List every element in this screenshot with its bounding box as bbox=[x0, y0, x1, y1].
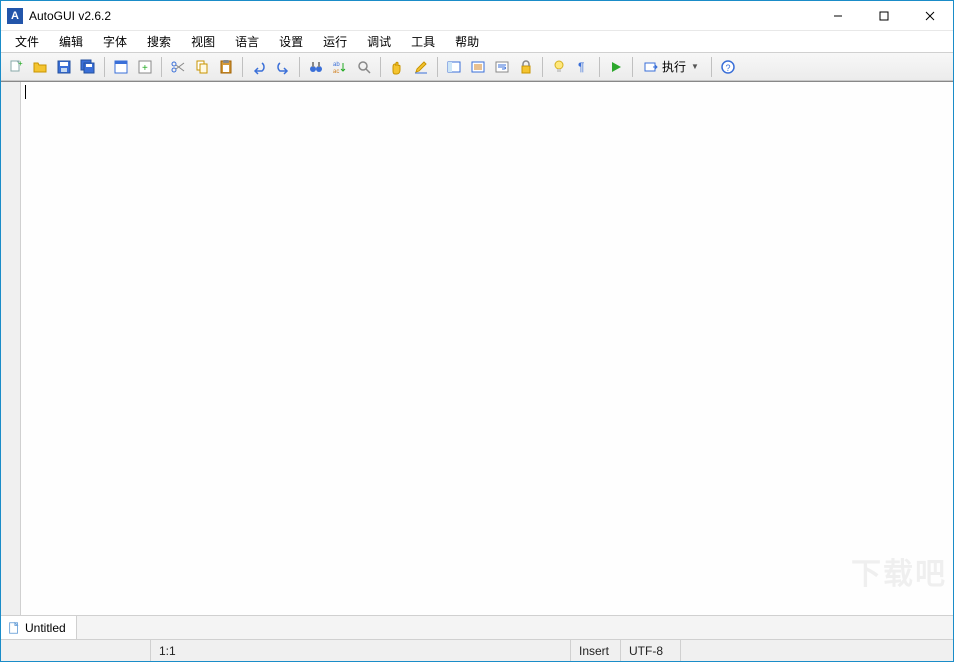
menu-run[interactable]: 运行 bbox=[313, 31, 357, 52]
title-bar: A AutoGUI v2.6.2 bbox=[1, 1, 953, 31]
add-panel-icon: + bbox=[137, 59, 153, 75]
zoom-button[interactable] bbox=[353, 56, 375, 78]
copy-button[interactable] bbox=[191, 56, 213, 78]
lightbulb-icon bbox=[551, 59, 567, 75]
save-button[interactable] bbox=[53, 56, 75, 78]
lock-icon bbox=[518, 59, 534, 75]
text-editor[interactable] bbox=[21, 82, 953, 615]
svg-text:¶: ¶ bbox=[578, 60, 584, 74]
text-cursor bbox=[25, 85, 26, 99]
file-tab-label: Untitled bbox=[25, 621, 66, 635]
hand-point-icon bbox=[389, 59, 405, 75]
panel-wrap-icon bbox=[494, 59, 510, 75]
toggle-panel3-button[interactable] bbox=[491, 56, 513, 78]
binoculars-icon bbox=[308, 59, 324, 75]
add-panel-button[interactable]: + bbox=[134, 56, 156, 78]
file-tab-untitled[interactable]: Untitled bbox=[1, 616, 77, 639]
status-encoding: UTF-8 bbox=[621, 640, 681, 661]
minimize-button[interactable] bbox=[815, 1, 861, 30]
bookmark-button[interactable] bbox=[386, 56, 408, 78]
window-controls bbox=[815, 1, 953, 30]
execute-button[interactable]: 执行 ▼ bbox=[638, 56, 706, 78]
save-all-icon bbox=[80, 59, 96, 75]
save-icon bbox=[56, 59, 72, 75]
panel-list-icon bbox=[470, 59, 486, 75]
svg-text:ab: ab bbox=[333, 62, 340, 68]
status-position: 1:1 bbox=[151, 640, 571, 661]
toggle-panel1-button[interactable] bbox=[443, 56, 465, 78]
save-all-button[interactable] bbox=[77, 56, 99, 78]
panel-icon bbox=[446, 59, 462, 75]
pencil-icon bbox=[413, 59, 429, 75]
hint-button[interactable] bbox=[548, 56, 570, 78]
svg-text:ac: ac bbox=[333, 69, 339, 75]
replace-button[interactable]: abac bbox=[329, 56, 351, 78]
svg-text:+: + bbox=[18, 59, 23, 68]
svg-text:+: + bbox=[142, 63, 148, 74]
menu-search[interactable]: 搜索 bbox=[137, 31, 181, 52]
play-icon bbox=[608, 59, 624, 75]
line-number-gutter bbox=[1, 82, 21, 615]
pilcrow-icon: ¶ bbox=[575, 59, 591, 75]
toolbar: + + abac bbox=[1, 53, 953, 81]
new-file-icon: + bbox=[8, 59, 24, 75]
toggle-panel2-button[interactable] bbox=[467, 56, 489, 78]
menu-debug[interactable]: 调试 bbox=[357, 31, 401, 52]
menu-font[interactable]: 字体 bbox=[93, 31, 137, 52]
app-icon: A bbox=[7, 8, 23, 24]
cut-button[interactable] bbox=[167, 56, 189, 78]
window-layout-button[interactable] bbox=[110, 56, 132, 78]
magnifier-icon bbox=[356, 59, 372, 75]
menu-edit[interactable]: 编辑 bbox=[49, 31, 93, 52]
status-insert-mode: Insert bbox=[571, 640, 621, 661]
paste-icon bbox=[218, 59, 234, 75]
menu-file[interactable]: 文件 bbox=[5, 31, 49, 52]
redo-button[interactable] bbox=[272, 56, 294, 78]
run-button[interactable] bbox=[605, 56, 627, 78]
status-bar: 1:1 Insert UTF-8 bbox=[1, 639, 953, 661]
chevron-down-icon: ▼ bbox=[691, 62, 699, 71]
pilcrow-button[interactable]: ¶ bbox=[572, 56, 594, 78]
replace-icon: abac bbox=[332, 59, 348, 75]
menu-tools[interactable]: 工具 bbox=[401, 31, 445, 52]
editor-area: 下载吧 bbox=[1, 81, 953, 615]
scissors-icon bbox=[170, 59, 186, 75]
svg-text:?: ? bbox=[725, 63, 730, 73]
redo-icon bbox=[275, 59, 291, 75]
execute-label: 执行 bbox=[662, 58, 686, 75]
help-button[interactable]: ? bbox=[717, 56, 739, 78]
help-icon: ? bbox=[720, 59, 736, 75]
status-rest bbox=[681, 640, 953, 661]
layout-icon bbox=[113, 59, 129, 75]
new-file-button[interactable]: + bbox=[5, 56, 27, 78]
find-button[interactable] bbox=[305, 56, 327, 78]
copy-icon bbox=[194, 59, 210, 75]
open-button[interactable] bbox=[29, 56, 51, 78]
menu-view[interactable]: 视图 bbox=[181, 31, 225, 52]
maximize-button[interactable] bbox=[861, 1, 907, 30]
menu-bar: 文件 编辑 字体 搜索 视图 语言 设置 运行 调试 工具 帮助 bbox=[1, 31, 953, 53]
maximize-icon bbox=[879, 11, 889, 21]
close-button[interactable] bbox=[907, 1, 953, 30]
file-tab-bar: Untitled bbox=[1, 615, 953, 639]
menu-help[interactable]: 帮助 bbox=[445, 31, 489, 52]
paste-button[interactable] bbox=[215, 56, 237, 78]
folder-open-icon bbox=[32, 59, 48, 75]
undo-icon bbox=[251, 59, 267, 75]
close-icon bbox=[925, 11, 935, 21]
minimize-icon bbox=[833, 11, 843, 21]
lock-button[interactable] bbox=[515, 56, 537, 78]
status-blank bbox=[1, 640, 151, 661]
menu-settings[interactable]: 设置 bbox=[269, 31, 313, 52]
menu-language[interactable]: 语言 bbox=[225, 31, 269, 52]
execute-icon bbox=[643, 59, 659, 75]
edit-pencil-button[interactable] bbox=[410, 56, 432, 78]
document-icon bbox=[7, 621, 21, 635]
window-title: AutoGUI v2.6.2 bbox=[29, 9, 111, 23]
undo-button[interactable] bbox=[248, 56, 270, 78]
